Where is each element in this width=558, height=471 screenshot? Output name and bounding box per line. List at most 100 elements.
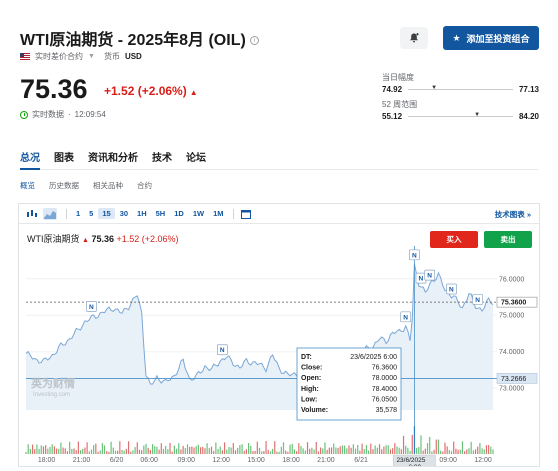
volume-bar: [117, 450, 119, 454]
volume-bar: [416, 448, 418, 454]
tab-overview[interactable]: 总况: [20, 149, 40, 164]
volume-bar: [420, 435, 422, 454]
volume-bar: [123, 450, 125, 454]
tooltip-close-label: Close:: [301, 365, 322, 372]
volume-bar: [182, 445, 184, 454]
volume-bar: [440, 450, 442, 454]
x-crosshair-date: 23/6/2025: [396, 457, 425, 464]
volume-bar: [204, 448, 206, 454]
volume-bar: [243, 450, 245, 454]
bell-plus-icon: [410, 33, 419, 43]
tab-forum[interactable]: 论坛: [186, 149, 206, 164]
volume-bar: [136, 442, 138, 454]
volume-bar: [31, 444, 34, 454]
news-marker-letter: N: [449, 286, 454, 293]
up-arrow-icon: ▲: [189, 88, 198, 97]
volume-bar: [372, 449, 374, 454]
sub-tabs: 概览 历史数据 相关品种 合约: [20, 180, 152, 191]
watermark-sub: Investing.com: [33, 392, 70, 398]
clock-icon: [20, 110, 28, 119]
volume-bar: [450, 451, 453, 454]
volume-bar: [82, 448, 84, 454]
last-price: 75.36: [20, 74, 88, 104]
main-tabs: 总况 图表 资讯和分析 技术 论坛: [20, 149, 206, 164]
price-chart[interactable]: 1 5 15 30 1H 5H 1D 1W 1M 技术图表 » WTI原油期货 …: [18, 203, 540, 467]
volume-bar: [254, 450, 256, 454]
volume-bar: [304, 450, 306, 454]
volume-bar: [461, 441, 464, 454]
week52-range-bar: ▼: [408, 112, 513, 118]
subtab-historical-data[interactable]: 历史数据: [49, 180, 79, 191]
volume-bar: [51, 444, 53, 454]
info-icon[interactable]: i: [249, 36, 259, 46]
volume-bar: [217, 448, 219, 454]
day-range: 当日幅度 74.92 ▼ 77.13: [382, 72, 539, 94]
volume-bar: [477, 446, 479, 454]
currency-value: USD: [124, 52, 142, 61]
tooltip-open-label: Open:: [301, 375, 321, 382]
volume-bar: [189, 446, 191, 454]
volume-bar: [38, 448, 40, 454]
volume-bar: [47, 448, 49, 454]
volume-bar: [446, 446, 448, 454]
tab-chart[interactable]: 图表: [54, 149, 74, 164]
volume-bar: [79, 450, 82, 454]
volume-bar: [226, 449, 228, 454]
volume-bar: [492, 449, 494, 454]
volume-bar: [468, 448, 470, 454]
chart-plot-area[interactable]: 76.0000 75.0000 74.0000 73.0000 75.3600 73.26…: [19, 204, 539, 466]
quote-type[interactable]: 实时差价合约: [35, 51, 83, 62]
subtab-related-instruments[interactable]: 相关品种: [93, 180, 123, 191]
volume-bar: [289, 444, 291, 454]
volume-bar: [138, 449, 141, 454]
volume-bar: [282, 442, 285, 454]
volume-bar: [418, 446, 420, 454]
x-tick-label: 18:00: [282, 457, 300, 464]
add-to-portfolio-button[interactable]: ★ 添加至投资组合: [443, 26, 539, 50]
price-area-fill: [26, 263, 493, 410]
volume-bar: [145, 443, 147, 454]
instrument-title: WTI原油期货 - 2025年8月 (OIL) i: [20, 26, 259, 50]
volume-bar: [119, 441, 121, 454]
volume-bar: [481, 448, 483, 454]
volume-bar: [234, 450, 237, 454]
volume-bar: [426, 443, 429, 454]
chevron-down-icon[interactable]: ▼: [88, 53, 95, 60]
subtab-contracts[interactable]: 合约: [137, 180, 152, 191]
volume-bar: [392, 448, 394, 454]
volume-bar: [151, 444, 154, 454]
volume-bar: [437, 439, 440, 454]
subtab-overview[interactable]: 概览: [20, 180, 35, 191]
volume-bar: [149, 449, 151, 454]
volume-bar: [278, 451, 280, 454]
volume-bar: [488, 445, 490, 454]
crosshair-price-label: 73.2666: [501, 376, 526, 383]
add-alert-button[interactable]: [400, 27, 428, 49]
volume-bar: [396, 446, 398, 454]
instrument-title-text: WTI原油期货 - 2025年8月 (OIL): [20, 32, 246, 49]
volume-bar: [130, 451, 132, 454]
volume-bar: [103, 445, 106, 454]
volume-bar: [363, 448, 365, 454]
volume-bar: [256, 441, 258, 454]
news-marker-letter: N: [403, 314, 408, 321]
volume-bar: [88, 451, 90, 454]
volume-bar: [464, 451, 466, 454]
volume-bar: [93, 445, 95, 454]
us-flag-icon: [20, 53, 30, 60]
x-tick-label: 12:00: [212, 457, 230, 464]
tooltip-volume-label: Volume:: [301, 407, 328, 414]
volume-bar: [27, 444, 29, 454]
volume-bar: [239, 445, 241, 454]
tab-technical[interactable]: 技术: [152, 149, 172, 164]
volume-bar: [42, 446, 45, 454]
volume-bar: [69, 441, 71, 454]
tab-news-analysis[interactable]: 资讯和分析: [88, 149, 138, 164]
volume-bar: [352, 444, 354, 454]
volume-bar: [402, 435, 405, 454]
volume-bar: [186, 444, 189, 454]
volume-bar: [330, 447, 333, 454]
news-marker-letter: N: [475, 297, 480, 304]
x-tick-label: 18:00: [38, 457, 56, 464]
x-tick-label: 09:00: [439, 457, 457, 464]
